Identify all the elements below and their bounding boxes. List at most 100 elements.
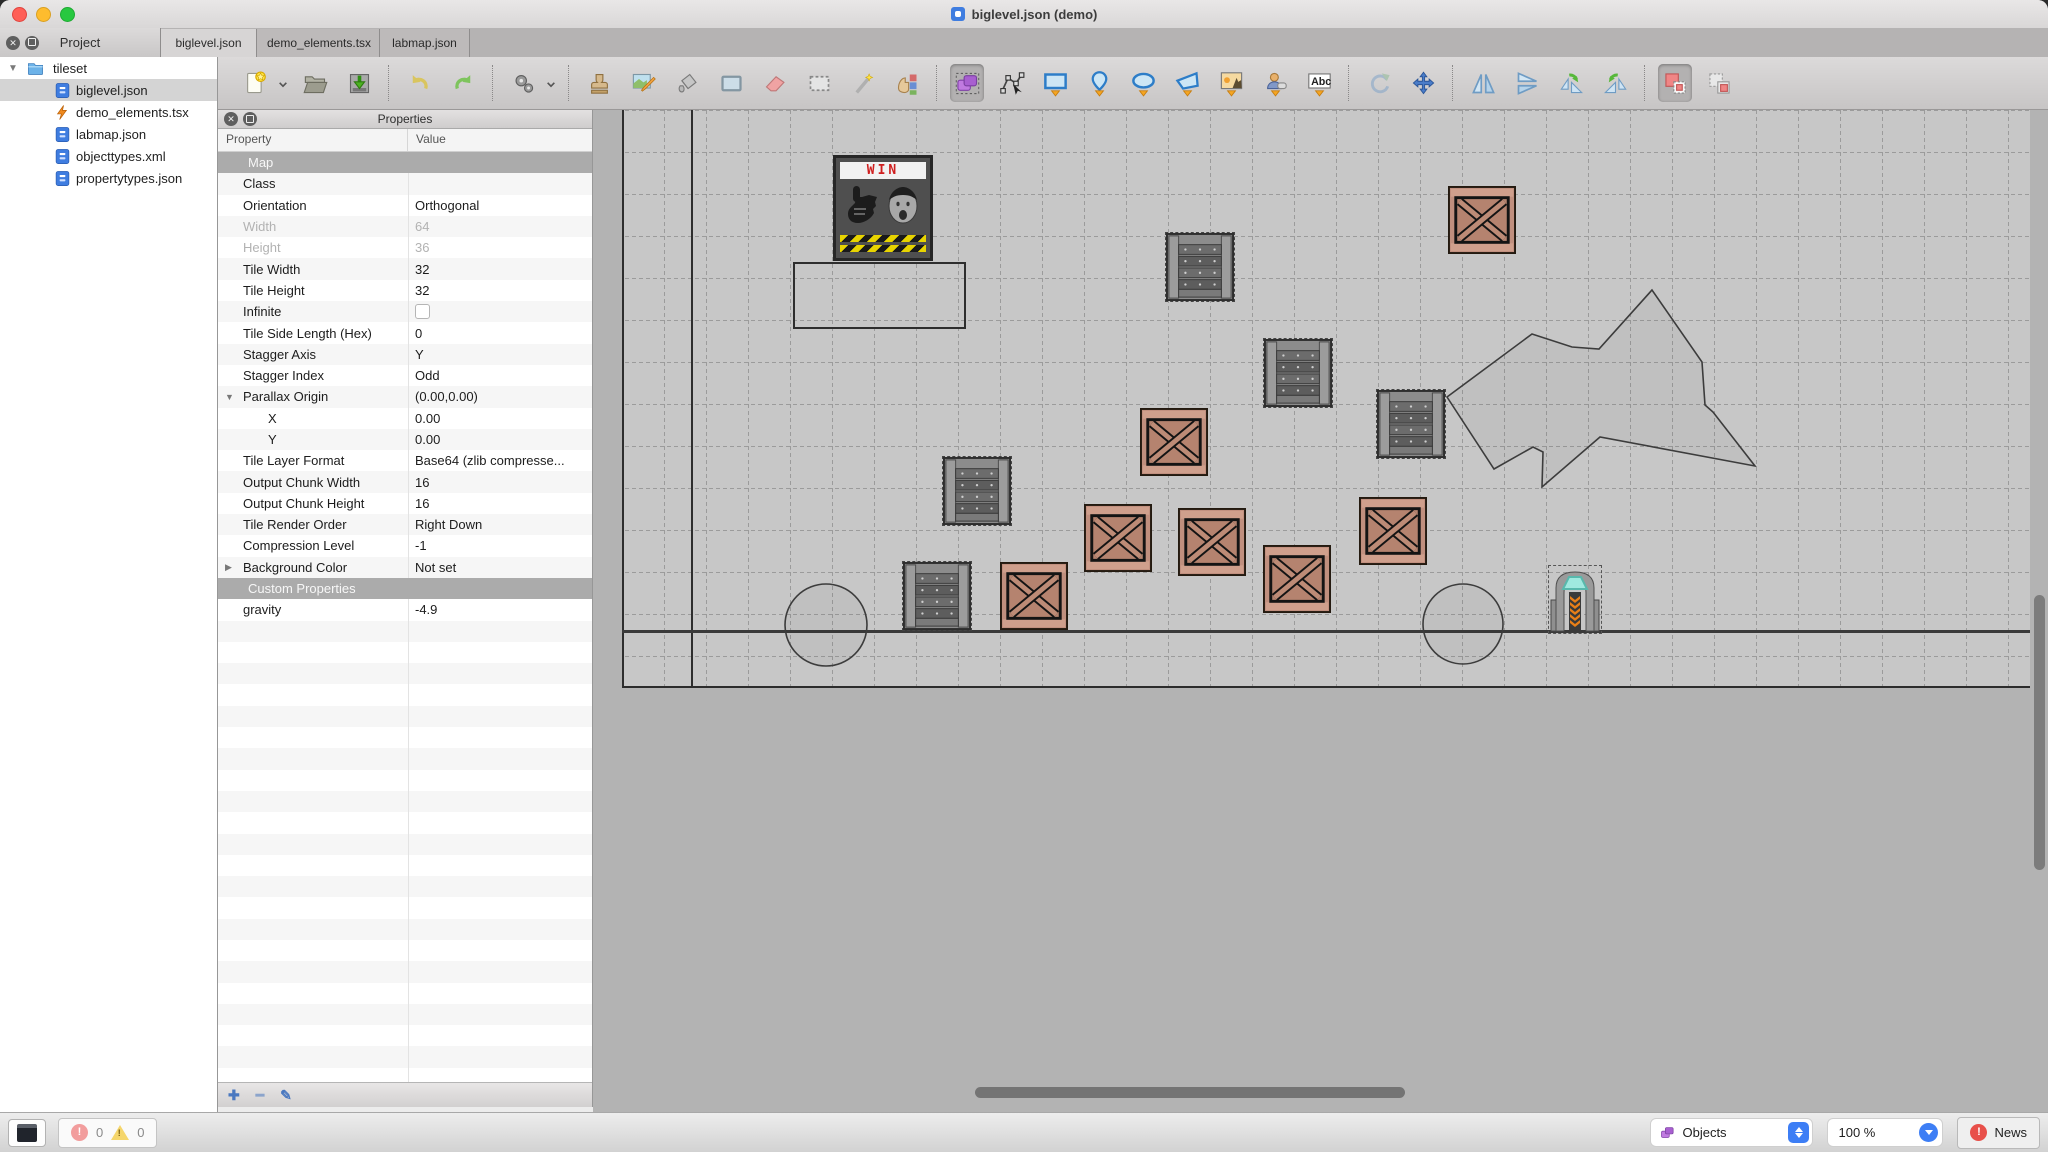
property-value[interactable] — [408, 173, 592, 194]
minimize-window-button[interactable] — [36, 7, 51, 22]
property-value[interactable]: 16 — [408, 493, 592, 514]
stamp-brush-icon[interactable] — [582, 64, 616, 102]
select-objects-icon[interactable] — [950, 64, 984, 102]
property-row-Stagger Index[interactable]: Stagger IndexOdd — [218, 365, 592, 386]
metal-crate[interactable] — [1166, 233, 1234, 301]
terrain-brush-icon[interactable] — [626, 64, 660, 102]
property-row-Tile Width[interactable]: Tile Width32 — [218, 258, 592, 279]
property-value[interactable]: Y — [408, 344, 592, 365]
platform-rect[interactable] — [793, 262, 966, 329]
select-same-tile-icon[interactable] — [890, 64, 924, 102]
layer-mode-select[interactable]: Objects — [1650, 1118, 1813, 1147]
chevron-down-icon[interactable] — [278, 76, 288, 90]
property-value[interactable]: Orthogonal — [408, 195, 592, 216]
property-value[interactable]: -1 — [408, 535, 592, 556]
bucket-fill-icon[interactable] — [670, 64, 704, 102]
property-value[interactable]: -4.9 — [408, 599, 592, 620]
property-row-Tile Height[interactable]: Tile Height32 — [218, 280, 592, 301]
rotate-right-icon[interactable] — [1598, 64, 1632, 102]
infinite-checkbox[interactable] — [415, 304, 430, 319]
insert-text-icon[interactable]: Abc — [1302, 64, 1336, 102]
wood-crate[interactable] — [1000, 562, 1068, 630]
stepper-icon[interactable] — [1788, 1122, 1809, 1143]
property-value[interactable]: Not set — [408, 557, 592, 578]
automap-icon[interactable] — [506, 64, 540, 102]
undo-icon[interactable] — [402, 64, 436, 102]
insert-ellipse-icon[interactable] — [1126, 64, 1160, 102]
expander-icon[interactable]: ▼ — [8, 63, 18, 74]
insert-template-icon[interactable] — [1258, 64, 1292, 102]
wood-crate[interactable] — [1140, 408, 1208, 476]
expander-down-icon[interactable]: ▼ — [225, 392, 234, 402]
property-row-Output Chunk Height[interactable]: Output Chunk Height16 — [218, 493, 592, 514]
property-row-gravity[interactable]: gravity-4.9 — [218, 599, 592, 620]
insert-rectangle-icon[interactable] — [1038, 64, 1072, 102]
news-button[interactable]: ! News — [1957, 1117, 2040, 1149]
sign-win[interactable]: WIN — [833, 155, 933, 261]
offset-layers-icon[interactable] — [1406, 64, 1440, 102]
map-canvas[interactable]: WIN — [593, 110, 2048, 1112]
insert-tile-icon[interactable] — [1214, 64, 1248, 102]
highlight-current-layer-icon[interactable] — [1658, 64, 1692, 102]
redo-icon[interactable] — [446, 64, 480, 102]
metal-crate[interactable] — [1377, 390, 1445, 458]
property-row-Output Chunk Width[interactable]: Output Chunk Width16 — [218, 471, 592, 492]
property-row-Infinite[interactable]: Infinite — [218, 301, 592, 322]
property-value[interactable]: 32 — [408, 280, 592, 301]
tree-item-demo_elements.tsx[interactable]: demo_elements.tsx — [0, 101, 217, 123]
zoom-window-button[interactable] — [60, 7, 75, 22]
property-value[interactable]: 32 — [408, 258, 592, 279]
property-row-Class[interactable]: Class — [218, 173, 592, 194]
property-row-Y[interactable]: Y0.00 — [218, 429, 592, 450]
horizontal-scrollbar[interactable] — [975, 1087, 1405, 1098]
tree-item-objecttypes.xml[interactable]: objecttypes.xml — [0, 145, 217, 167]
property-row-Background Color[interactable]: ▶Background ColorNot set — [218, 557, 592, 578]
vertical-scrollbar[interactable] — [2034, 595, 2045, 870]
tree-item-propertytypes.json[interactable]: propertytypes.json — [0, 167, 217, 189]
rotate-left-icon[interactable] — [1554, 64, 1588, 102]
document-new-icon[interactable] — [238, 64, 272, 102]
remove-property-button[interactable]: ━ — [256, 1088, 264, 1102]
console-toggle-button[interactable] — [8, 1119, 46, 1147]
property-row-Compression Level[interactable]: Compression Level-1 — [218, 535, 592, 556]
zoom-select[interactable]: 100 % — [1827, 1118, 1943, 1147]
property-value[interactable]: 36 — [408, 237, 592, 258]
metal-crate[interactable] — [903, 562, 971, 630]
property-value[interactable]: 16 — [408, 471, 592, 492]
property-value[interactable]: 0.00 — [408, 429, 592, 450]
edit-polygons-icon[interactable] — [994, 64, 1028, 102]
chevron-down-icon[interactable] — [546, 76, 556, 90]
wood-crate[interactable] — [1263, 545, 1331, 613]
tab-biglevel.json[interactable]: biglevel.json — [161, 29, 257, 57]
magic-wand-icon[interactable] — [846, 64, 880, 102]
add-property-button[interactable]: ✚ — [228, 1088, 240, 1102]
property-value[interactable]: Odd — [408, 365, 592, 386]
flip-horizontal-icon[interactable] — [1466, 64, 1500, 102]
property-row-Orientation[interactable]: OrientationOrthogonal — [218, 195, 592, 216]
property-value[interactable]: (0.00,0.00) — [408, 386, 592, 407]
property-value[interactable]: 0 — [408, 322, 592, 343]
property-row-Stagger Axis[interactable]: Stagger AxisY — [218, 344, 592, 365]
property-value[interactable] — [408, 301, 592, 322]
wood-crate[interactable] — [1084, 504, 1152, 572]
tree-item-tileset[interactable]: ▼tileset — [0, 57, 217, 79]
property-value[interactable]: Right Down — [408, 514, 592, 535]
portal[interactable] — [1548, 565, 1602, 634]
wood-crate[interactable] — [1178, 508, 1246, 576]
issues-indicator[interactable]: ! 0 0 — [58, 1118, 157, 1148]
property-value[interactable]: 0.00 — [408, 408, 592, 429]
highlight-hovered-object-icon[interactable] — [1702, 64, 1736, 102]
property-row-Tile Layer Format[interactable]: Tile Layer FormatBase64 (zlib compresse.… — [218, 450, 592, 471]
rect-select-icon[interactable] — [802, 64, 836, 102]
wood-crate[interactable] — [1448, 186, 1516, 254]
tree-item-labmap.json[interactable]: labmap.json — [0, 123, 217, 145]
tab-demo_elements.tsx[interactable]: demo_elements.tsx — [257, 29, 380, 57]
wood-crate[interactable] — [1359, 497, 1427, 565]
insert-point-icon[interactable] — [1082, 64, 1116, 102]
property-row-Width[interactable]: Width64 — [218, 216, 592, 237]
property-row-X[interactable]: X0.00 — [218, 408, 592, 429]
property-value[interactable]: 64 — [408, 216, 592, 237]
edit-property-button[interactable]: ✎ — [280, 1088, 292, 1102]
tree-item-biglevel.json[interactable]: biglevel.json — [0, 79, 217, 101]
insert-polygon-icon[interactable] — [1170, 64, 1204, 102]
